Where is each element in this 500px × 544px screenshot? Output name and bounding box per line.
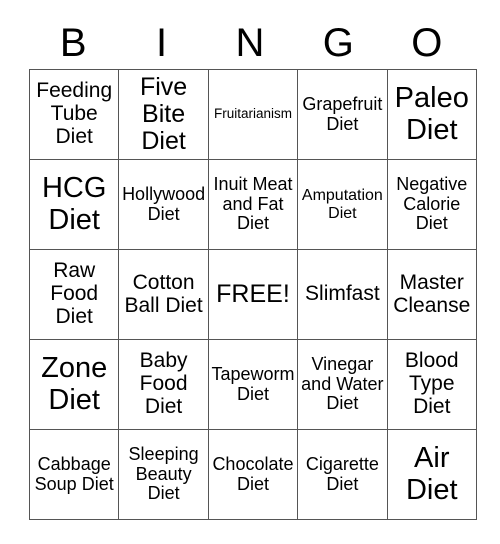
bingo-cell-label: Sleeping Beauty Diet — [128, 444, 199, 504]
bingo-header-letter-g: G — [322, 21, 354, 65]
bingo-cell-label: Chocolate Diet — [212, 454, 294, 494]
bingo-header-letter-b: B — [59, 21, 87, 65]
bingo-header: B I N G O — [29, 0, 471, 69]
bingo-cell-label: Blood Type Diet — [404, 349, 459, 418]
bingo-cell-label: Vinegar and Water Diet — [301, 354, 384, 414]
bingo-cell-g4[interactable]: Vinegar and Water Diet — [297, 339, 388, 430]
bingo-cell-label: Grapefruit Diet — [302, 94, 383, 134]
bingo-cell-i1[interactable]: Five Bite Diet — [118, 69, 209, 160]
bingo-cell-o5[interactable]: Air Diet — [386, 429, 477, 520]
bingo-cell-free[interactable]: FREE! — [207, 249, 299, 340]
bingo-cell-b1[interactable]: Feeding Tube Diet — [28, 69, 120, 160]
bingo-cell-n1[interactable]: Fruitarianism — [207, 69, 299, 160]
bingo-cell-label: Air Diet — [405, 442, 458, 506]
bingo-cell-label: HCG Diet — [41, 172, 107, 236]
bingo-cell-o3[interactable]: Master Cleanse — [386, 249, 477, 340]
bingo-cell-label: Cigarette Diet — [305, 454, 379, 494]
bingo-row: Raw Food Diet Cotton Ball Diet FREE! Sli… — [28, 249, 477, 340]
bingo-cell-label: Hollywood Diet — [122, 184, 206, 224]
bingo-cell-b5[interactable]: Cabbage Soup Diet — [28, 429, 120, 520]
bingo-row: Zone Diet Baby Food Diet Tapeworm Diet V… — [28, 339, 477, 430]
bingo-cell-label: Fruitarianism — [213, 106, 292, 122]
bingo-cell-label: Amputation Diet — [301, 187, 383, 222]
bingo-row: Cabbage Soup Diet Sleeping Beauty Diet C… — [28, 429, 477, 520]
bingo-cell-label: Negative Calorie Diet — [396, 174, 468, 234]
bingo-row: HCG Diet Hollywood Diet Inuit Meat and F… — [28, 159, 477, 250]
bingo-cell-label: Raw Food Diet — [50, 259, 99, 328]
bingo-row: Feeding Tube Diet Five Bite Diet Fruitar… — [28, 69, 477, 160]
bingo-cell-label: Tapeworm Diet — [211, 364, 295, 404]
bingo-cell-o1[interactable]: Paleo Diet — [386, 69, 477, 160]
bingo-cell-b4[interactable]: Zone Diet — [28, 339, 120, 430]
bingo-cell-o4[interactable]: Blood Type Diet — [386, 339, 477, 430]
bingo-header-letter-n: N — [235, 21, 265, 65]
bingo-cell-i2[interactable]: Hollywood Diet — [118, 159, 209, 250]
bingo-cell-label: Inuit Meat and Fat Diet — [213, 174, 293, 234]
bingo-grid: Feeding Tube Diet Five Bite Diet Fruitar… — [28, 69, 477, 520]
bingo-cell-i4[interactable]: Baby Food Diet — [118, 339, 209, 430]
bingo-free-label: FREE! — [216, 280, 290, 308]
bingo-cell-label: Slimfast — [305, 282, 380, 306]
bingo-cell-g2[interactable]: Amputation Diet — [297, 159, 388, 250]
bingo-cell-n2[interactable]: Inuit Meat and Fat Diet — [207, 159, 299, 250]
bingo-cell-label: Feeding Tube Diet — [36, 79, 113, 148]
bingo-cell-o2[interactable]: Negative Calorie Diet — [386, 159, 477, 250]
bingo-cell-label: Paleo Diet — [394, 82, 469, 146]
bingo-header-letter-i: I — [156, 21, 168, 65]
bingo-cell-i3[interactable]: Cotton Ball Diet — [118, 249, 209, 340]
bingo-card: B I N G O Feeding Tube Diet Five Bite Di… — [28, 0, 477, 520]
bingo-cell-n4[interactable]: Tapeworm Diet — [207, 339, 299, 430]
bingo-cell-g1[interactable]: Grapefruit Diet — [297, 69, 388, 160]
bingo-cell-i5[interactable]: Sleeping Beauty Diet — [118, 429, 209, 520]
bingo-cell-label: Zone Diet — [41, 352, 108, 416]
bingo-cell-n5[interactable]: Chocolate Diet — [207, 429, 299, 520]
bingo-cell-b2[interactable]: HCG Diet — [28, 159, 120, 250]
bingo-cell-g3[interactable]: Slimfast — [297, 249, 388, 340]
bingo-cell-label: Five Bite Diet — [139, 73, 188, 155]
bingo-cell-label: Baby Food Diet — [139, 349, 188, 418]
bingo-cell-label: Cabbage Soup Diet — [34, 454, 114, 494]
bingo-cell-label: Cotton Ball Diet — [124, 270, 203, 317]
bingo-cell-label: Master Cleanse — [393, 270, 471, 317]
bingo-cell-g5[interactable]: Cigarette Diet — [297, 429, 388, 520]
bingo-cell-b3[interactable]: Raw Food Diet — [28, 249, 120, 340]
bingo-header-letter-o: O — [411, 21, 443, 65]
